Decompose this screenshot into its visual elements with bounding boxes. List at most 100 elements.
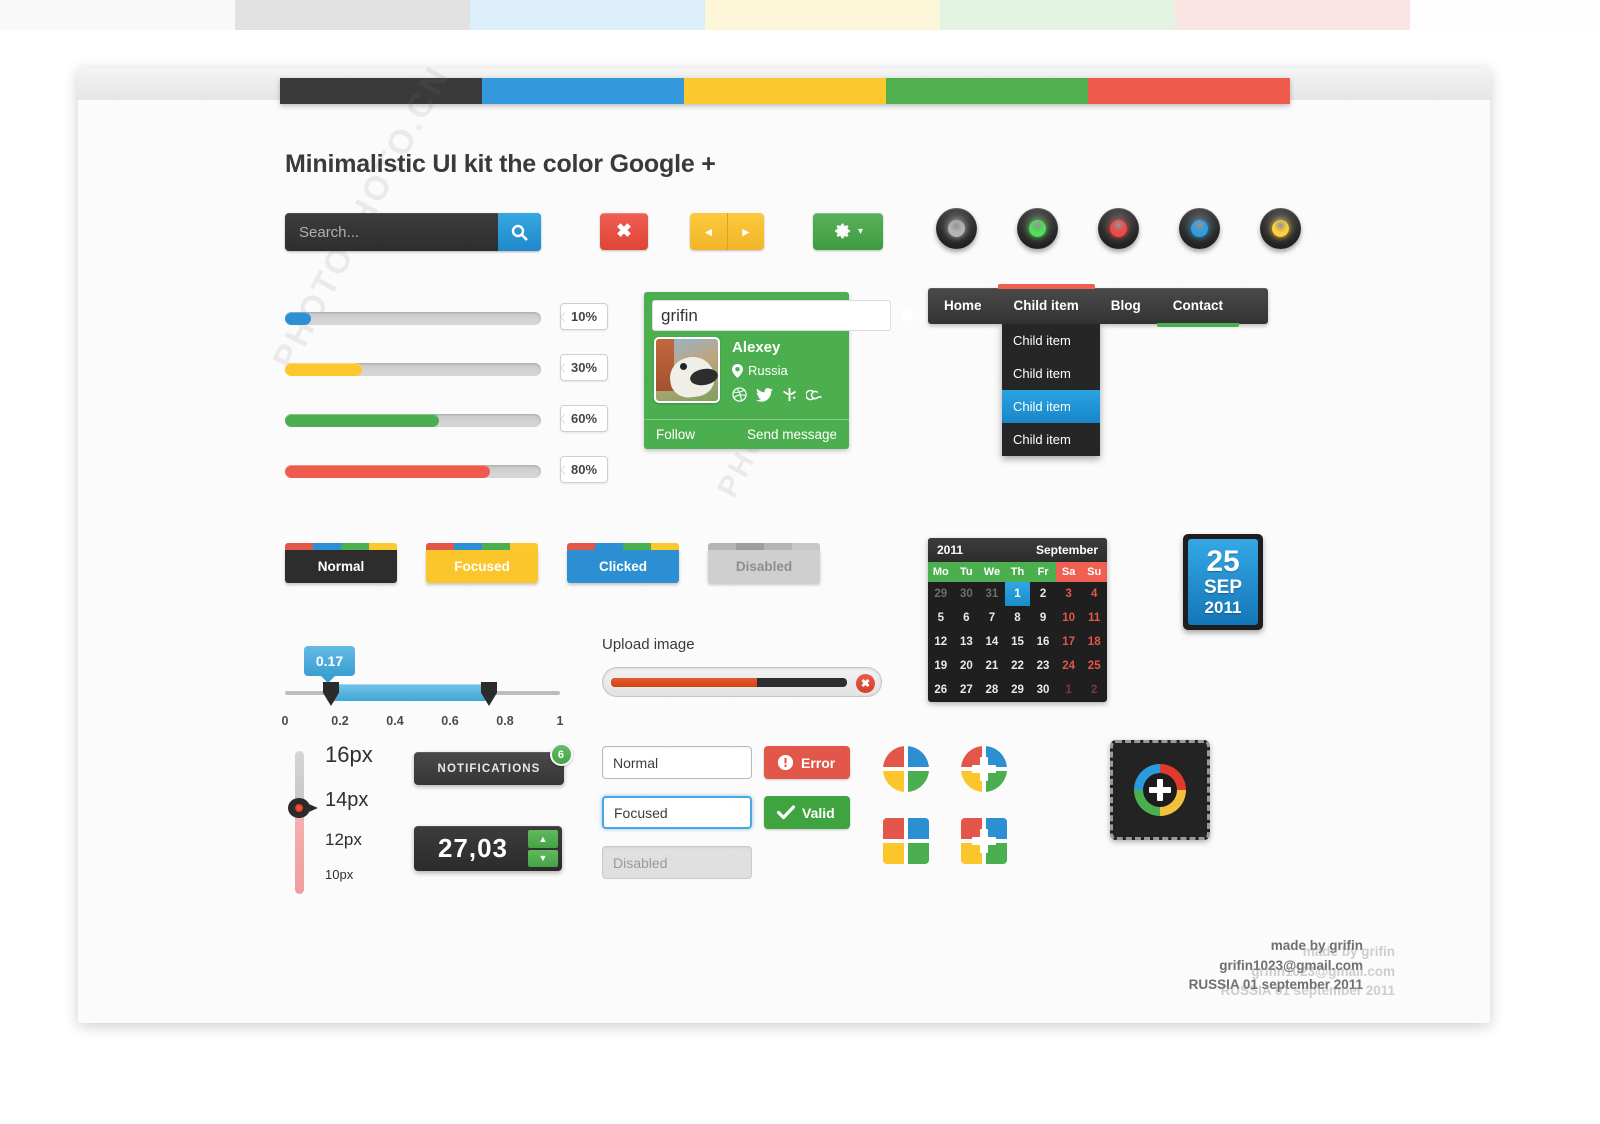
calendar-day[interactable]: 30	[1030, 678, 1056, 702]
calendar-day[interactable]: 1	[1056, 678, 1082, 702]
calendar-day[interactable]: 11	[1081, 606, 1107, 630]
number-stepper[interactable]: 27,03 ▲ ▼	[414, 826, 562, 871]
range-handle-end[interactable]	[481, 682, 497, 706]
profile-social-links	[732, 387, 826, 407]
notifications-button[interactable]: NOTIFICATIONS 6	[414, 743, 573, 785]
search-button[interactable]	[498, 213, 541, 251]
nav-dropdown-item[interactable]: Child item	[1002, 357, 1100, 390]
calendar-day[interactable]: 9	[1030, 606, 1056, 630]
stepper-down-button[interactable]: ▼	[528, 849, 558, 867]
calendar-day[interactable]: 2	[1081, 678, 1107, 702]
square-split-plus-icon[interactable]	[883, 818, 929, 864]
calendar-day[interactable]: 22	[1005, 654, 1031, 678]
circle-plus-icon[interactable]	[961, 746, 1007, 792]
font-slider-track-lower	[295, 806, 304, 894]
calendar-weekday-row: Mo Tu We Th Fr Sa Su	[928, 562, 1107, 582]
progress-track[interactable]	[285, 312, 541, 325]
profile-location: Russia	[732, 363, 826, 378]
range-fill	[327, 684, 487, 701]
calendar-day[interactable]: 23	[1030, 654, 1056, 678]
calendar-day[interactable]: 7	[979, 606, 1005, 630]
google-icon-quadrant	[961, 746, 982, 767]
nav-dropdown-item[interactable]: Child item	[1002, 324, 1100, 357]
calendar-day[interactable]: 6	[954, 606, 980, 630]
calendar-day[interactable]: 12	[928, 630, 954, 654]
search-input[interactable]	[285, 223, 498, 241]
nav-item-child-item[interactable]: Child item	[997, 284, 1096, 324]
stepper-up-button[interactable]: ▲	[528, 830, 558, 848]
arrow-button-group[interactable]: ◄ ►	[690, 213, 764, 250]
led-red[interactable]	[1098, 208, 1139, 249]
forrst-icon[interactable]	[782, 387, 797, 407]
progress-bar-row: 80%	[285, 451, 705, 502]
calendar-day[interactable]: 27	[954, 678, 980, 702]
state-button-focused[interactable]: Focused	[426, 543, 538, 583]
calendar-day[interactable]: 30	[954, 582, 980, 606]
profile-settings-button[interactable]: ▾	[897, 307, 927, 324]
calendar-day[interactable]: 24	[1056, 654, 1082, 678]
calendar-day[interactable]: 21	[979, 654, 1005, 678]
calendar-day[interactable]: 15	[1005, 630, 1031, 654]
font-slider-handle[interactable]	[288, 798, 319, 818]
led-green[interactable]	[1017, 208, 1058, 249]
lastfm-icon[interactable]	[805, 388, 826, 407]
follow-link[interactable]: Follow	[656, 427, 695, 442]
circle-split-plus-icon[interactable]	[883, 746, 929, 792]
calendar-day[interactable]: 25	[1081, 654, 1107, 678]
nav-dropdown-item[interactable]: Child item	[1002, 423, 1100, 456]
send-message-link[interactable]: Send message	[747, 427, 837, 442]
state-button-clicked[interactable]: Clicked	[567, 543, 679, 583]
range-handle-start[interactable]	[323, 682, 339, 706]
settings-dropdown-button[interactable]: ▾	[813, 213, 883, 250]
calendar-day[interactable]: 13	[954, 630, 980, 654]
calendar-day[interactable]: 4	[1081, 582, 1107, 606]
calendar-day[interactable]: 3	[1056, 582, 1082, 606]
calendar-day[interactable]: 20	[954, 654, 980, 678]
calendar-day[interactable]: 28	[979, 678, 1005, 702]
calendar-day[interactable]: 29	[1005, 678, 1031, 702]
profile-username-input[interactable]	[652, 300, 891, 331]
calendar-day[interactable]: 14	[979, 630, 1005, 654]
calendar-day[interactable]: 8	[1005, 606, 1031, 630]
next-button[interactable]: ►	[727, 213, 764, 250]
calendar-day[interactable]: 5	[928, 606, 954, 630]
led-grey[interactable]	[936, 208, 977, 249]
calendar-day[interactable]: 1	[1004, 582, 1031, 606]
calendar-day[interactable]: 10	[1056, 606, 1082, 630]
add-media-dropzone[interactable]	[1110, 740, 1210, 840]
input-normal[interactable]	[602, 746, 752, 779]
state-button-normal[interactable]: Normal	[285, 543, 397, 583]
progress-track[interactable]	[285, 363, 541, 376]
calendar-year: 2011	[937, 543, 964, 557]
calendar-day[interactable]: 19	[928, 654, 954, 678]
calendar-day[interactable]: 16	[1030, 630, 1056, 654]
calendar-header: 2011 September	[928, 538, 1107, 562]
calendar-day[interactable]: 31	[979, 582, 1005, 606]
square-plus-icon[interactable]	[961, 818, 1007, 864]
google-icon-shape	[883, 818, 929, 864]
nav-dropdown-item[interactable]: Child item	[1002, 390, 1100, 423]
nav-item-home[interactable]: Home	[928, 288, 998, 324]
input-focused[interactable]	[602, 796, 752, 829]
calendar-widget: 2011 September Mo Tu We Th Fr Sa Su 29 30 31 1 2 3 4…	[928, 538, 1107, 702]
upload-cancel-button[interactable]: ✖	[856, 674, 875, 693]
google-icon-quadrant	[883, 771, 904, 792]
nav-item-contact[interactable]: Contact	[1156, 288, 1240, 327]
google-icon-shape	[961, 746, 1007, 792]
calendar-day[interactable]: 26	[928, 678, 954, 702]
twitter-icon[interactable]	[756, 387, 773, 407]
led-yellow[interactable]	[1260, 208, 1301, 249]
dribbble-icon[interactable]	[732, 387, 747, 407]
prev-button[interactable]: ◄	[690, 213, 727, 250]
progress-track[interactable]	[285, 465, 541, 478]
search-box[interactable]	[285, 213, 541, 251]
calendar-day[interactable]: 18	[1081, 630, 1107, 654]
led-blue[interactable]	[1179, 208, 1220, 249]
calendar-day[interactable]: 17	[1056, 630, 1082, 654]
close-button[interactable]: ✖	[600, 213, 648, 250]
progress-track[interactable]	[285, 414, 541, 427]
led-core	[1110, 220, 1127, 237]
calendar-day[interactable]: 2	[1030, 582, 1056, 606]
nav-item-blog[interactable]: Blog	[1095, 288, 1157, 324]
calendar-day[interactable]: 29	[928, 582, 954, 606]
